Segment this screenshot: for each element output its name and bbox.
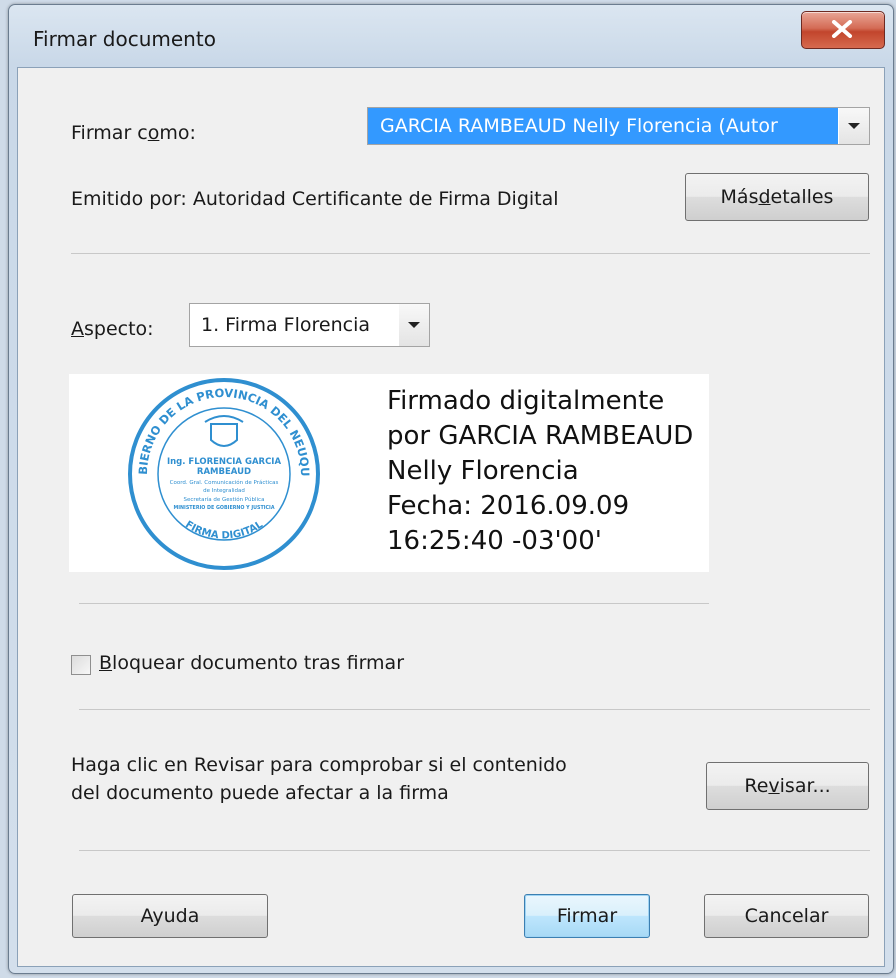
signature-line: por GARCIA RAMBEAUD bbox=[387, 421, 694, 451]
signature-line: Nelly Florencia bbox=[387, 456, 579, 486]
title-bar[interactable]: Firmar documento bbox=[9, 5, 893, 63]
separator bbox=[79, 850, 870, 851]
window-title: Firmar documento bbox=[33, 27, 216, 51]
separator bbox=[79, 603, 709, 604]
separator bbox=[79, 709, 870, 710]
stamp-line: de Integralidad bbox=[203, 488, 245, 494]
signature-line: Firmado digitalmente bbox=[387, 386, 665, 416]
lock-document-label[interactable]: Bloquear documento tras firmar bbox=[99, 652, 404, 674]
sign-as-value: GARCIA RAMBEAUD Nelly Florencia (Autor bbox=[368, 108, 838, 144]
aspect-label: Aspecto: bbox=[71, 318, 154, 340]
review-hint-line-1: Haga clic en Revisar para comprobar si e… bbox=[71, 754, 567, 776]
stamp-line: MINISTERIO DE GOBIERNO Y JUSTICIA bbox=[173, 505, 274, 511]
dialog-window: Firmar documento Firmar como: GARCIA RAM… bbox=[8, 4, 894, 974]
signature-text: Firmado digitalmente por GARCIA RAMBEAUD… bbox=[387, 384, 693, 559]
chevron-down-icon[interactable] bbox=[839, 108, 869, 144]
dialog-body: Firmar como: GARCIA RAMBEAUD Nelly Flore… bbox=[17, 67, 885, 967]
cancel-button[interactable]: Cancelar bbox=[704, 894, 869, 938]
stamp-line: RAMBEAUD bbox=[197, 467, 251, 477]
stamp-arc-bottom: FIRMA DIGITAL bbox=[183, 519, 265, 542]
sign-button[interactable]: Firmar bbox=[524, 894, 650, 938]
stamp-line: Ing. FLORENCIA GARCIA bbox=[167, 457, 282, 467]
lock-document-checkbox[interactable] bbox=[71, 655, 91, 675]
more-details-button[interactable]: Más d etalles bbox=[685, 173, 869, 221]
stamp-line: Secretaría de Gestión Pública bbox=[184, 496, 265, 503]
signature-preview: GOBIERNO DE LA PROVINCIA DEL NEUQUÉN FIR… bbox=[69, 374, 709, 572]
help-button[interactable]: Ayuda bbox=[72, 894, 268, 938]
issuer-text: Emitido por: Autoridad Certificante de F… bbox=[71, 188, 559, 210]
stamp-line: Coord. Gral. Comunicación de Prácticas bbox=[170, 479, 279, 486]
svg-text:FIRMA DIGITAL: FIRMA DIGITAL bbox=[183, 519, 265, 542]
aspect-value: 1. Firma Florencia bbox=[201, 314, 370, 336]
close-button[interactable] bbox=[801, 11, 885, 49]
review-hint-line-2: del documento puede afectar a la firma bbox=[71, 782, 449, 804]
chevron-down-icon[interactable] bbox=[399, 304, 429, 346]
separator bbox=[71, 253, 870, 254]
sign-as-label: Firmar como: bbox=[71, 122, 196, 144]
sign-as-select[interactable]: GARCIA RAMBEAUD Nelly Florencia (Autor bbox=[367, 107, 870, 145]
seal-stamp-icon: GOBIERNO DE LA PROVINCIA DEL NEUQUÉN FIR… bbox=[119, 374, 320, 570]
close-icon bbox=[832, 20, 852, 38]
signature-line: 16:25:40 -03'00' bbox=[387, 526, 602, 556]
aspect-select[interactable]: 1. Firma Florencia bbox=[189, 303, 430, 347]
review-button[interactable]: Re v isar... bbox=[706, 762, 869, 810]
signature-line: Fecha: 2016.09.09 bbox=[387, 491, 630, 521]
